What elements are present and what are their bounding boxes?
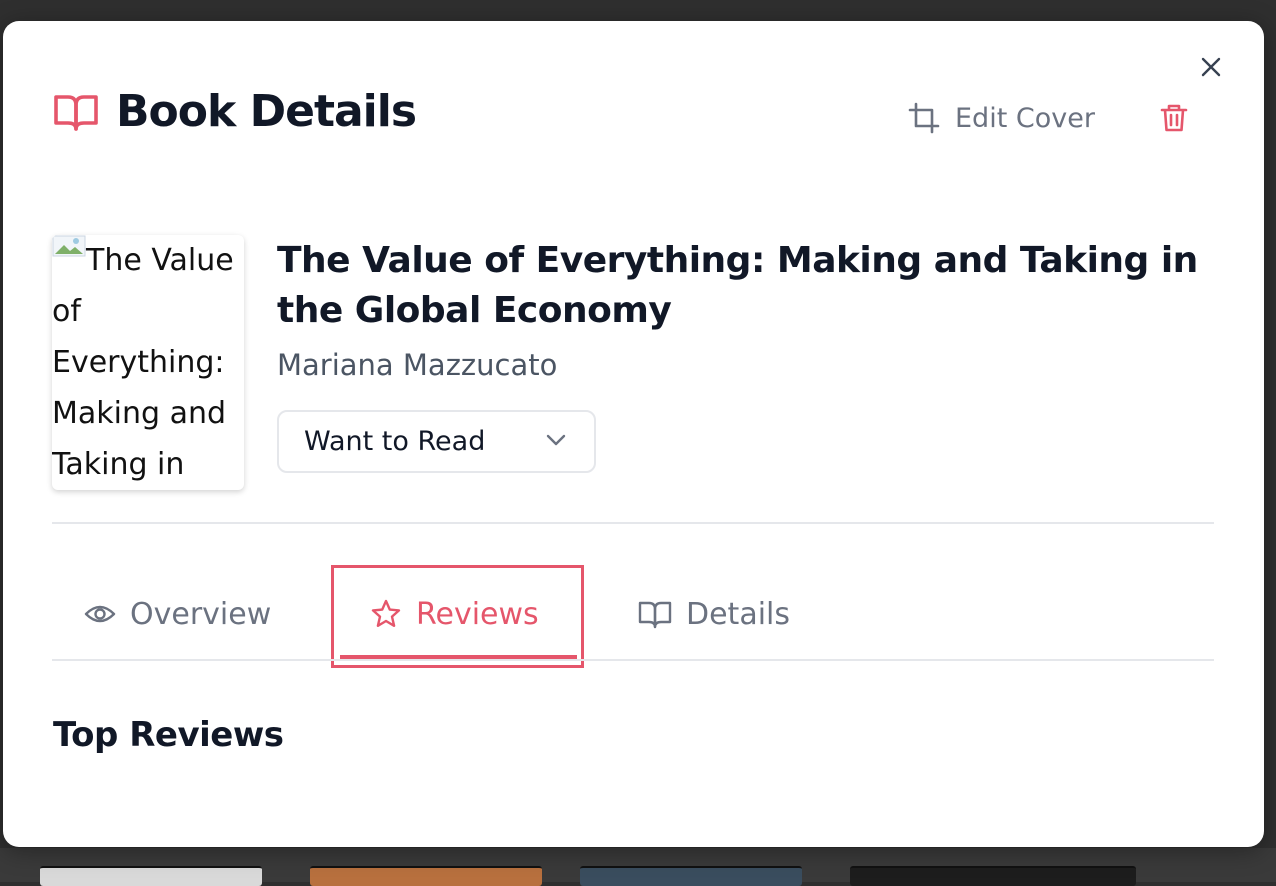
delete-book-button[interactable] (1156, 100, 1192, 136)
book-open-icon (638, 601, 672, 629)
background-book-card (850, 866, 1136, 886)
reading-status-select[interactable]: Want to Read (277, 410, 596, 473)
tab-details-label: Details (686, 596, 791, 632)
eye-icon (84, 605, 116, 623)
book-title: The Value of Everything: Making and Taki… (277, 240, 1198, 331)
cover-alt-text-line: of (52, 294, 81, 329)
top-reviews-heading: Top Reviews (53, 715, 284, 755)
tab-reviews-label: Reviews (416, 596, 539, 632)
background-book-card (310, 866, 542, 886)
tab-reviews[interactable]: Reviews (370, 588, 539, 640)
tab-details[interactable]: Details (638, 588, 790, 640)
crop-icon (908, 102, 940, 134)
section-divider (52, 522, 1214, 524)
tabs-divider (52, 659, 1214, 661)
close-icon (1201, 57, 1221, 77)
chevron-down-icon (546, 434, 566, 446)
edit-cover-button[interactable]: Edit Cover (907, 98, 1095, 138)
modal-header: Book Details (52, 86, 417, 138)
book-author: Mariana Mazzucato (277, 348, 558, 382)
edit-cover-label: Edit Cover (955, 102, 1095, 134)
close-button[interactable] (1197, 53, 1225, 81)
book-open-icon (52, 88, 100, 136)
cover-alt-text-line: Making and (52, 396, 227, 431)
trash-icon (1160, 104, 1188, 132)
background-book-card (580, 866, 802, 886)
cover-alt-text-line: Taking in (52, 447, 185, 482)
modal-title: Book Details (116, 86, 417, 137)
tab-overview-label: Overview (130, 596, 272, 632)
reading-status-value: Want to Read (304, 426, 486, 457)
cover-alt-text-line: Everything: (52, 345, 225, 380)
broken-image-icon (52, 235, 86, 257)
star-icon (371, 599, 401, 627)
book-cover-image: The Value of Everything: Making and Taki… (52, 235, 244, 490)
background-book-card (40, 866, 262, 886)
tab-overview[interactable]: Overview (84, 588, 271, 640)
